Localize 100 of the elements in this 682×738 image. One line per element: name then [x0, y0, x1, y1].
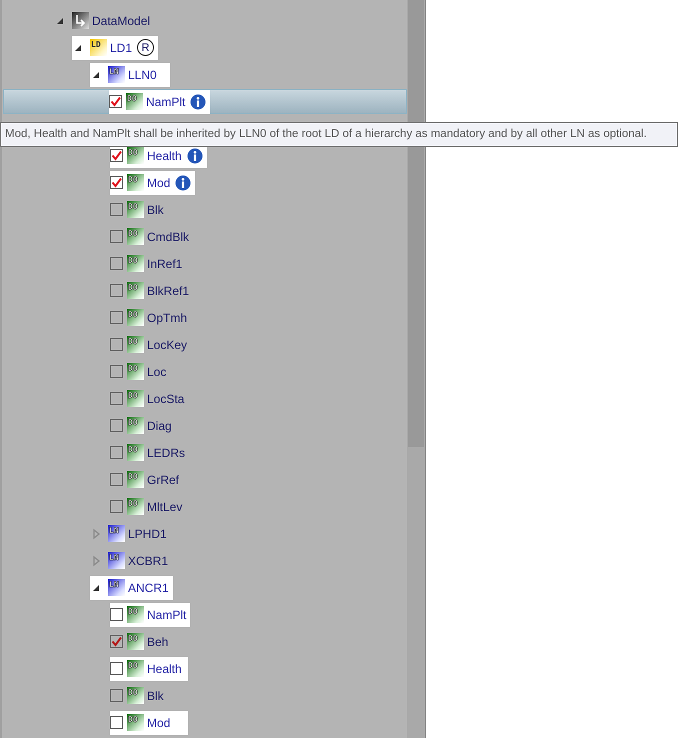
do-icon: DO — [127, 201, 144, 218]
do-icon: DO — [127, 417, 144, 434]
node-label: NamPlt — [147, 608, 186, 622]
node-label: LocSta — [147, 392, 184, 406]
checkbox[interactable] — [110, 500, 123, 513]
node-label: DataModel — [92, 14, 150, 28]
do-icon: DO — [127, 174, 144, 191]
checkbox[interactable] — [110, 608, 123, 621]
tree-row[interactable]: LN XCBR1 — [2, 547, 407, 574]
do-icon: DO — [127, 228, 144, 245]
node-label: Health — [147, 662, 182, 676]
tree-row[interactable]: LD LD1 R — [2, 34, 407, 61]
info-icon[interactable] — [175, 174, 192, 190]
tooltip: Mod, Health and NamPlt shall be inherited by LLN0 of the root LD of a hierarchy as mandatory and by all other LN as optional. — [0, 122, 678, 147]
node-label: Loc — [147, 364, 166, 378]
do-icon: DO — [127, 660, 144, 677]
node-label: Beh — [147, 634, 168, 648]
do-icon: DO — [126, 93, 143, 110]
checkbox[interactable] — [110, 176, 123, 189]
node-label: MltLev — [147, 500, 182, 514]
tree-row[interactable]: DO BlkRef1 — [2, 277, 407, 304]
node-label: Mod — [147, 176, 170, 190]
tree-row[interactable]: DO Mod — [2, 709, 407, 736]
node-label: LLN0 — [128, 68, 157, 82]
ln-icon: LN — [108, 66, 125, 83]
node-label: CmdBlk — [147, 230, 190, 244]
tree-row[interactable]: DO InRef1 — [2, 250, 407, 277]
ln-icon: LN — [108, 579, 125, 596]
checkbox[interactable] — [110, 419, 123, 432]
node-label: GrRef — [147, 472, 180, 486]
checkbox[interactable] — [110, 689, 123, 702]
node-label: LPHD1 — [128, 526, 167, 540]
do-icon: DO — [127, 444, 144, 461]
do-icon: DO — [127, 687, 144, 704]
info-icon[interactable] — [190, 94, 206, 110]
tree-row[interactable]: DataModel — [2, 7, 407, 34]
node-label: Blk — [147, 202, 164, 216]
node-label: BlkRef1 — [147, 284, 190, 298]
node-label: OpTmh — [147, 310, 188, 324]
tree-row[interactable]: DO NamPlt — [2, 601, 407, 628]
node-label: InRef1 — [147, 256, 182, 270]
tree-row[interactable]: DO Beh — [2, 628, 407, 655]
tree-row[interactable]: LN LPHD1 — [2, 520, 407, 547]
tree-row[interactable]: DO LEDRs — [2, 439, 407, 466]
data-model-icon — [72, 12, 89, 29]
checkbox[interactable] — [109, 95, 122, 108]
node-label: Blk — [147, 688, 164, 702]
tree-row[interactable]: DO Mod — [2, 169, 407, 196]
root-badge: R — [137, 39, 154, 56]
do-icon: DO — [127, 336, 144, 353]
tree-row[interactable]: DO MltLev — [2, 493, 407, 520]
node-label: Mod — [147, 716, 170, 730]
checkbox[interactable] — [110, 338, 123, 351]
node-label: Health — [147, 148, 182, 162]
node-label: NamPlt — [146, 94, 186, 108]
do-icon: DO — [127, 390, 144, 407]
do-icon: DO — [127, 471, 144, 488]
checkbox[interactable] — [110, 473, 123, 486]
checkbox[interactable] — [110, 716, 123, 729]
do-icon: DO — [127, 714, 144, 731]
do-icon: DO — [127, 282, 144, 299]
do-icon: DO — [127, 633, 144, 650]
node-label: ANCR1 — [128, 580, 169, 594]
tree-row[interactable]: DO Diag — [2, 412, 407, 439]
checkbox[interactable] — [110, 635, 123, 648]
tree-row[interactable]: DO Loc — [2, 358, 407, 385]
node-label: Diag — [147, 418, 172, 432]
info-icon[interactable] — [186, 148, 203, 164]
checkbox[interactable] — [110, 257, 123, 270]
checkbox[interactable] — [110, 392, 123, 405]
do-icon: DO — [127, 606, 144, 623]
do-icon: DO — [127, 255, 144, 272]
ln-icon: LN — [108, 525, 125, 542]
checkbox[interactable] — [110, 203, 123, 216]
do-icon: DO — [127, 147, 144, 164]
node-label: LD1 — [110, 40, 132, 54]
ln-icon: LN — [108, 552, 125, 569]
tree-row[interactable]: DO LocSta — [2, 385, 407, 412]
checkbox[interactable] — [110, 230, 123, 243]
do-icon: DO — [127, 363, 144, 380]
tree-row[interactable]: DO Blk — [2, 682, 407, 709]
tree-row[interactable]: LN LLN0 — [2, 61, 407, 88]
selected-tree-row[interactable]: DO NamPlt — [3, 89, 407, 114]
do-icon: DO — [127, 309, 144, 326]
ld-icon: LD — [90, 39, 107, 56]
tree-row[interactable]: LN ANCR1 — [2, 574, 407, 601]
tree-row[interactable]: DO OpTmh — [2, 304, 407, 331]
tree-row[interactable]: DO Health — [2, 655, 407, 682]
checkbox[interactable] — [110, 662, 123, 675]
checkbox[interactable] — [110, 284, 123, 297]
tree-row[interactable]: DO LocKey — [2, 331, 407, 358]
checkbox[interactable] — [110, 446, 123, 459]
tree-row[interactable]: DO GrRef — [2, 466, 407, 493]
checkbox[interactable] — [110, 311, 123, 324]
checkbox[interactable] — [110, 365, 123, 378]
node-label: LEDRs — [147, 446, 186, 460]
tree-row[interactable]: DO Blk — [2, 196, 407, 223]
tree-row[interactable]: DO CmdBlk — [2, 223, 407, 250]
node-label: XCBR1 — [128, 554, 168, 568]
checkbox[interactable] — [110, 149, 123, 162]
